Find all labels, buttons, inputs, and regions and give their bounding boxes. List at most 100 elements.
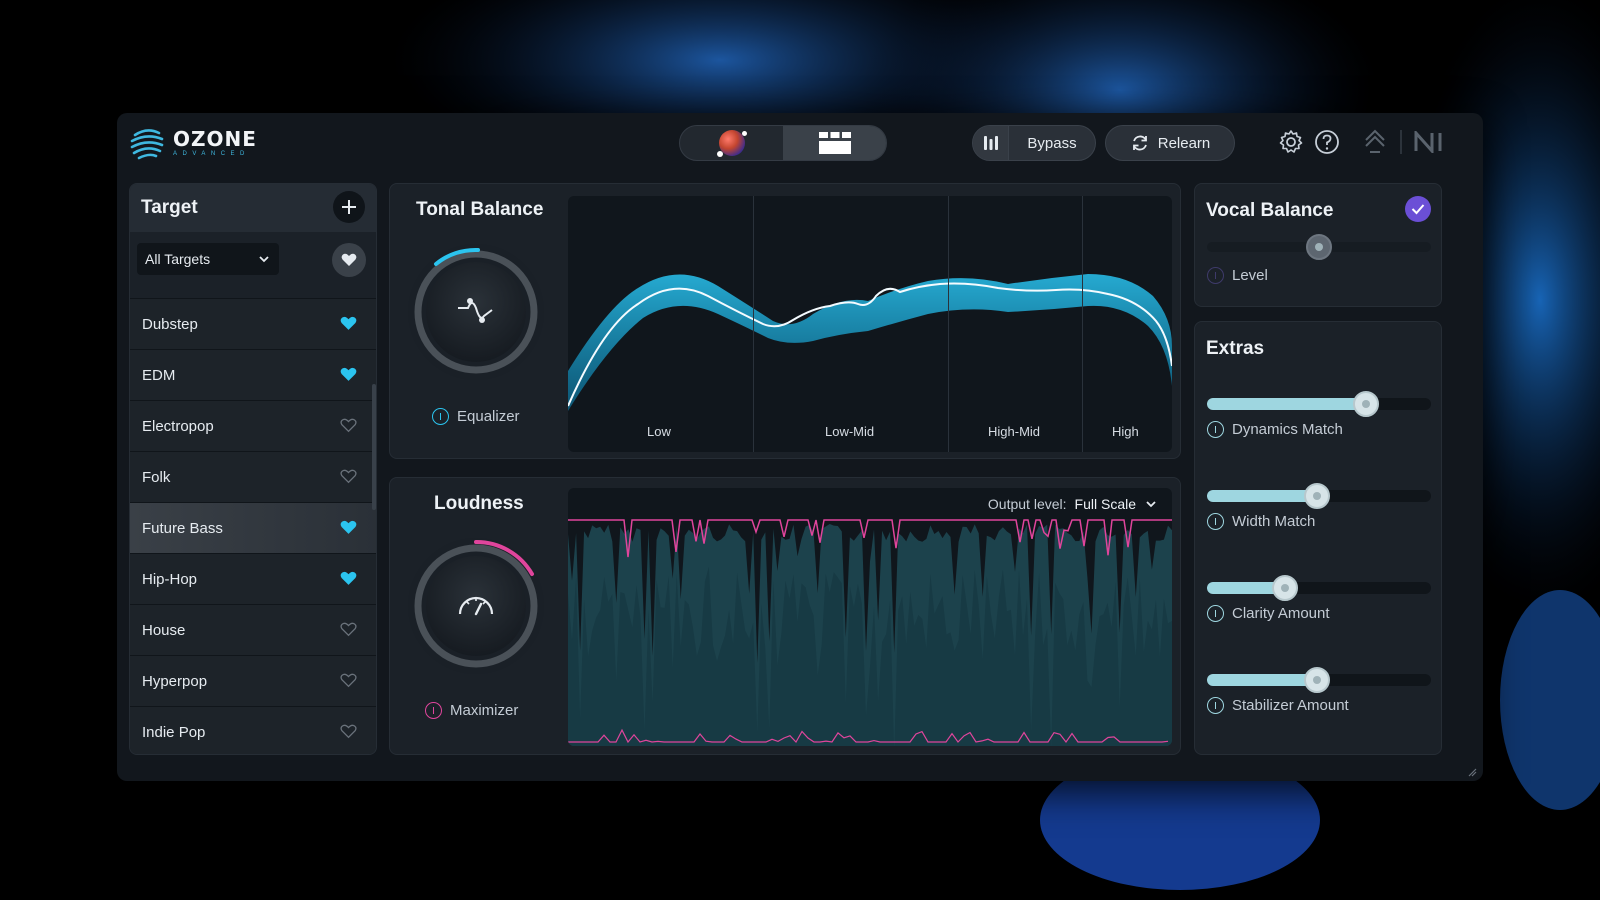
- target-item[interactable]: Dubstep: [130, 298, 376, 349]
- loudness-graph: Output level: Full Scale: [568, 488, 1172, 746]
- maximizer-module-toggle[interactable]: Maximizer: [425, 702, 518, 719]
- target-filter-dropdown[interactable]: All Targets: [137, 243, 279, 275]
- target-title: Target: [141, 197, 198, 218]
- ni-logo-button[interactable]: [1413, 128, 1447, 156]
- assistant-view-button[interactable]: [680, 126, 783, 160]
- eq-curve-icon: [458, 298, 493, 323]
- target-item[interactable]: Indie Pop: [130, 706, 376, 754]
- band-label-low: Low: [647, 424, 671, 439]
- equalizer-module-toggle[interactable]: Equalizer: [432, 408, 520, 425]
- output-level-value: Full Scale: [1074, 496, 1136, 512]
- ozone-logo: OZONE ADVANCED: [129, 125, 257, 161]
- slider-thumb[interactable]: [1353, 391, 1380, 417]
- extras-title: Extras: [1206, 338, 1265, 359]
- output-level-dropdown[interactable]: Output level: Full Scale: [988, 496, 1158, 512]
- target-item[interactable]: Folk: [130, 451, 376, 502]
- heart-outline-icon[interactable]: [340, 673, 357, 692]
- extras-module-toggle[interactable]: Dynamics Match: [1207, 421, 1343, 438]
- vocal-level-slider[interactable]: [1207, 234, 1431, 260]
- loudness-title: Loudness: [434, 493, 524, 514]
- bypass-button[interactable]: Bypass: [1009, 135, 1095, 152]
- loudness-waveform: [568, 519, 1172, 746]
- slider-thumb[interactable]: [1303, 483, 1330, 509]
- extras-slider-label: Dynamics Match: [1232, 421, 1343, 438]
- slider-fill: [1207, 674, 1317, 686]
- ozone-window: OZONE ADVANCED Bypass Relearn Target All…: [117, 113, 1483, 781]
- heart-filled-icon[interactable]: [340, 571, 357, 590]
- bypass-group[interactable]: Bypass: [972, 125, 1096, 161]
- extras-slider-label: Width Match: [1232, 513, 1316, 530]
- target-item-label: Folk: [142, 468, 171, 486]
- brand-edition: ADVANCED: [173, 151, 250, 157]
- relearn-button[interactable]: Relearn: [1105, 125, 1235, 161]
- link-icon: [1365, 129, 1385, 153]
- resize-grip-icon[interactable]: [1467, 767, 1477, 777]
- modules-view-button[interactable]: [783, 126, 886, 160]
- ni-logo-icon: [1414, 131, 1442, 153]
- power-icon: [425, 702, 442, 719]
- heart-filled-icon[interactable]: [340, 520, 357, 539]
- slider-thumb[interactable]: [1303, 667, 1330, 693]
- heart-outline-icon[interactable]: [340, 469, 357, 488]
- loudness-panel: Loudness Maximizer Output level: Full Sc…: [389, 477, 1181, 755]
- settings-button[interactable]: [1277, 128, 1305, 156]
- target-list-scrollbar[interactable]: [372, 384, 376, 510]
- heart-outline-icon[interactable]: [340, 418, 357, 437]
- ozone-logo-icon: [130, 129, 164, 160]
- extras-module-toggle[interactable]: Width Match: [1207, 513, 1315, 530]
- modules-grid-icon: [818, 132, 851, 154]
- power-icon: [432, 408, 449, 425]
- vocal-level-toggle[interactable]: Level: [1207, 267, 1268, 284]
- output-level-label: Output level:: [987, 496, 1067, 512]
- target-item-label: Future Bass: [142, 519, 223, 537]
- extras-module-toggle[interactable]: Stabilizer Amount: [1207, 697, 1349, 714]
- add-target-button[interactable]: [333, 191, 365, 223]
- band-label-high: High: [1112, 424, 1139, 439]
- extras-slider[interactable]: [1207, 483, 1431, 509]
- heart-outline-icon[interactable]: [340, 622, 357, 641]
- vocal-balance-title: Vocal Balance: [1206, 200, 1334, 221]
- target-item[interactable]: Future Bass: [130, 502, 376, 553]
- help-icon: [1315, 130, 1339, 154]
- extras-slider[interactable]: [1207, 391, 1431, 417]
- heart-filled-icon[interactable]: [340, 316, 357, 335]
- chevron-down-icon: [259, 256, 269, 263]
- gauge-icon: [458, 596, 494, 616]
- help-button[interactable]: [1313, 128, 1341, 156]
- extras-slider[interactable]: [1207, 667, 1431, 693]
- extras-module-toggle[interactable]: Clarity Amount: [1207, 605, 1330, 622]
- bypass-meter-icon: [983, 136, 998, 150]
- link-button[interactable]: [1361, 128, 1389, 156]
- favorites-filter-button[interactable]: [332, 243, 366, 277]
- maximizer-knob[interactable]: [406, 536, 546, 676]
- vocal-balance-enable-toggle[interactable]: [1405, 196, 1431, 222]
- vocal-level-thumb[interactable]: [1306, 234, 1332, 260]
- vocal-balance-panel: Vocal Balance Level: [1194, 183, 1442, 307]
- slider-fill: [1207, 490, 1317, 502]
- band-divider: [753, 196, 754, 452]
- equalizer-knob[interactable]: [406, 242, 546, 382]
- settings-icon: [1279, 130, 1303, 153]
- band-divider: [948, 196, 949, 452]
- band-label-high-mid: High-Mid: [988, 424, 1041, 439]
- target-panel: Target All Targets Dubstep EDM Electropop F…: [129, 183, 377, 755]
- slider-thumb[interactable]: [1272, 575, 1299, 601]
- extras-slider[interactable]: [1207, 575, 1431, 601]
- target-filter-value: All Targets: [145, 251, 211, 267]
- target-item[interactable]: Electropop: [130, 400, 376, 451]
- extras-slider-label: Stabilizer Amount: [1232, 697, 1349, 714]
- power-icon: [1207, 513, 1224, 530]
- slider-fill: [1207, 398, 1367, 410]
- heart-filled-icon[interactable]: [340, 367, 357, 386]
- target-item[interactable]: Hyperpop: [130, 655, 376, 706]
- view-toggle[interactable]: [679, 125, 887, 161]
- target-item[interactable]: Hip-Hop: [130, 553, 376, 604]
- bypass-mode-button[interactable]: [973, 126, 1009, 160]
- target-item[interactable]: House: [130, 604, 376, 655]
- target-item[interactable]: EDM: [130, 349, 376, 400]
- target-item-label: Indie Pop: [142, 723, 206, 741]
- band-label-low-mid: Low-Mid: [825, 424, 875, 439]
- plus-icon: [342, 200, 356, 214]
- heart-outline-icon[interactable]: [340, 724, 357, 743]
- target-list: Dubstep EDM Electropop Folk Future Bass Hip-H…: [130, 298, 376, 754]
